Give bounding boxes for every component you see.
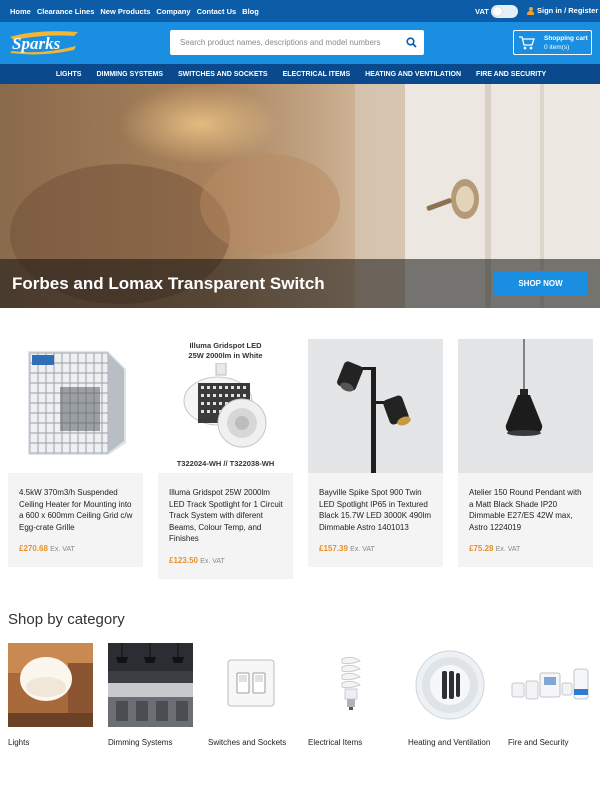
- categories-heading: Shop by category: [8, 611, 125, 628]
- top-bar: Home Clearance Lines New Products Compan…: [0, 0, 600, 22]
- security-category-image: [508, 643, 593, 727]
- image-caption-top-1: Illuma Gridspot LED: [189, 341, 262, 350]
- nav-item-heating-and-ventilation[interactable]: HEATING AND VENTILATION: [365, 71, 461, 78]
- hero-banner[interactable]: Forbes and Lomax Transparent Switch SHOP…: [0, 84, 600, 308]
- price-amount: £270.68: [19, 544, 48, 553]
- category-label: Lights: [8, 738, 30, 747]
- nav-item-lights[interactable]: LIGHTS: [56, 71, 82, 78]
- shopping-cart-button[interactable]: Shopping cart 0 item(s): [513, 30, 592, 55]
- dimming-category-image: [108, 643, 193, 727]
- product-image: Illuma Gridspot LED 25W 2000lm in White …: [158, 339, 293, 473]
- toplink-contact-us[interactable]: Contact Us: [197, 7, 237, 16]
- price-amount: £157.39: [319, 544, 348, 553]
- toplink-clearance-lines[interactable]: Clearance Lines: [37, 7, 95, 16]
- product-price: £270.68 Ex. VAT: [19, 544, 75, 553]
- switches-category-image: [208, 643, 293, 727]
- category-label: Dimming Systems: [108, 738, 173, 747]
- spike-spotlight-image: [308, 339, 443, 473]
- price-vat-note: Ex. VAT: [200, 558, 225, 565]
- nav-item-switches-and-sockets[interactable]: SWITCHES AND SOCKETS: [178, 71, 268, 78]
- nav-item-fire-and-security[interactable]: FIRE AND SECURITY: [476, 71, 546, 78]
- toggle-knob: [493, 7, 502, 16]
- product-price: £157.39 Ex. VAT: [319, 544, 375, 553]
- cart-icon: [519, 36, 535, 50]
- toplink-blog[interactable]: Blog: [242, 7, 259, 16]
- electrical-category-image: [308, 643, 393, 727]
- image-caption-top-2: 25W 2000lm in White: [188, 351, 263, 360]
- product-name[interactable]: 4.5kW 370m3/h Suspended Ceiling Heater f…: [19, 487, 137, 533]
- category-image: [108, 643, 193, 727]
- product-image: [458, 339, 593, 473]
- heating-category-image: [408, 643, 493, 727]
- signin-link[interactable]: Sign in / Register: [527, 6, 598, 15]
- product-card[interactable]: Bayville Spike Spot 900 Twin LED Spotlig…: [308, 339, 443, 567]
- search-box: [170, 30, 424, 55]
- product-card[interactable]: Illuma Gridspot LED 25W 2000lm in White …: [158, 339, 293, 579]
- hero-title: Forbes and Lomax Transparent Switch: [12, 274, 325, 293]
- price-vat-note: Ex. VAT: [50, 546, 75, 553]
- lights-category-image: [8, 643, 93, 727]
- logo-graphic: Sparks: [10, 31, 78, 55]
- category-label: Fire and Security: [508, 738, 569, 747]
- product-image: [8, 339, 143, 473]
- vat-toggle[interactable]: [491, 5, 518, 18]
- category-label: Switches and Sockets: [208, 738, 287, 747]
- shop-now-button[interactable]: SHOP NOW: [493, 271, 588, 296]
- category-image: [8, 643, 93, 727]
- product-card[interactable]: Atelier 150 Round Pendant with a Matt Bl…: [458, 339, 593, 567]
- pendant-light-image: [458, 339, 593, 473]
- track-spotlight-image: [183, 363, 267, 448]
- cart-title: Shopping cart: [544, 35, 588, 42]
- toplink-company[interactable]: Company: [156, 7, 190, 16]
- category-image: [208, 643, 293, 727]
- product-grid: 4.5kW 370m3/h Suspended Ceiling Heater f…: [8, 339, 593, 579]
- header: Sparks Shopping cart 0 item(s): [0, 22, 600, 64]
- product-name[interactable]: Illuma Gridspot 25W 2000lm LED Track Spo…: [169, 487, 287, 545]
- category-image: [508, 643, 593, 727]
- category-label: Electrical Items: [308, 738, 363, 747]
- product-image: [308, 339, 443, 473]
- nav-item-dimming-systems[interactable]: DIMMING SYSTEMS: [96, 71, 163, 78]
- sparks-logo[interactable]: Sparks: [8, 29, 80, 55]
- toplink-new-products[interactable]: New Products: [100, 7, 150, 16]
- price-amount: £123.50: [169, 556, 198, 565]
- category-image: [308, 643, 393, 727]
- image-caption-bottom: T322024-WH // T322038-WH: [176, 459, 275, 468]
- main-nav: LIGHTS DIMMING SYSTEMS SWITCHES AND SOCK…: [0, 64, 600, 84]
- user-icon: [527, 6, 534, 15]
- category-label: Heating and Ventilation: [408, 738, 491, 747]
- vat-label: VAT: [475, 7, 489, 16]
- toplink-home[interactable]: Home: [10, 7, 31, 16]
- product-name[interactable]: Bayville Spike Spot 900 Twin LED Spotlig…: [319, 487, 437, 533]
- product-price: £123.50 Ex. VAT: [169, 556, 225, 565]
- signin-label: Sign in / Register: [537, 6, 599, 15]
- product-name[interactable]: Atelier 150 Round Pendant with a Matt Bl…: [469, 487, 587, 533]
- product-card[interactable]: 4.5kW 370m3/h Suspended Ceiling Heater f…: [8, 339, 143, 567]
- cart-count: 0 item(s): [544, 44, 570, 51]
- price-vat-note: Ex. VAT: [495, 546, 521, 553]
- category-grid: Lights Dimming Systems Switches and Sock…: [8, 643, 598, 783]
- search-icon[interactable]: [406, 37, 417, 48]
- search-input[interactable]: [180, 35, 395, 50]
- category-image: [408, 643, 493, 727]
- price-amount: £75.28: [469, 544, 494, 553]
- logo-text: Sparks: [12, 34, 61, 53]
- nav-item-electrical-items[interactable]: ELECTRICAL ITEMS: [283, 71, 351, 78]
- top-links: Home Clearance Lines New Products Compan…: [10, 7, 259, 16]
- ceiling-heater-image: [8, 339, 143, 473]
- product-price: £75.28 Ex. VAT: [469, 544, 520, 553]
- price-vat-note: Ex. VAT: [350, 546, 375, 553]
